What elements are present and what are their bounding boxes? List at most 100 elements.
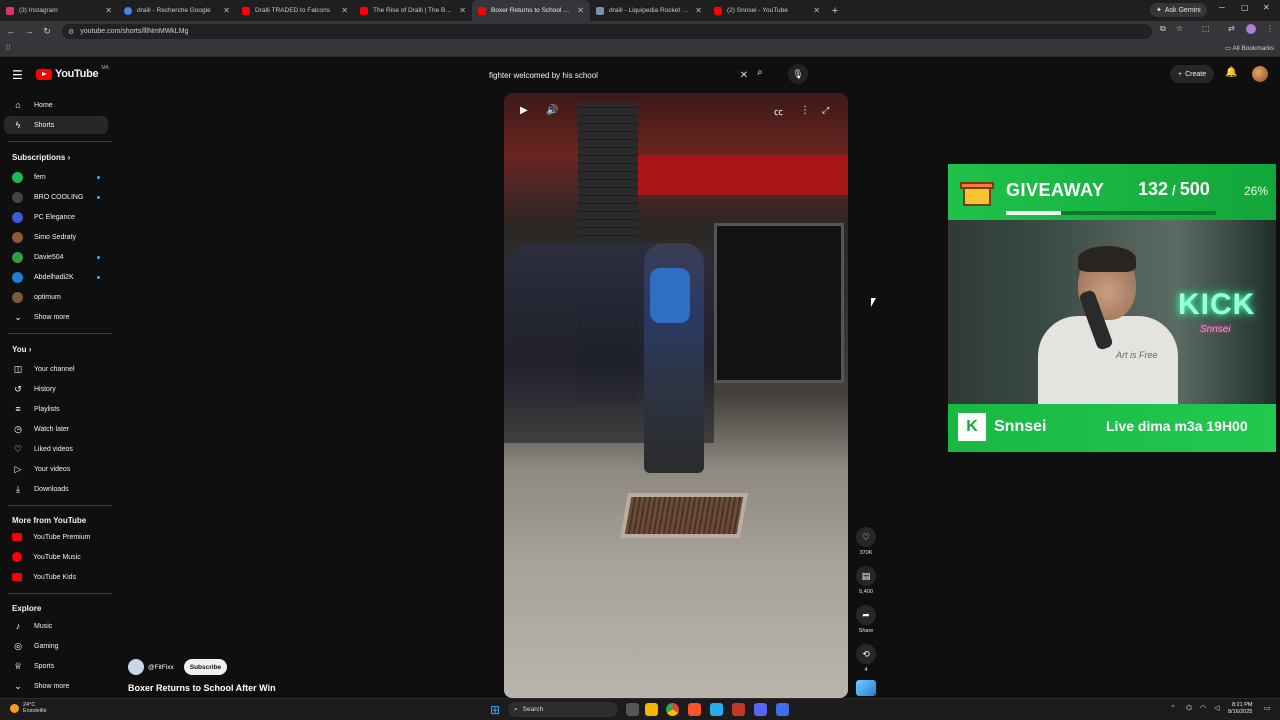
discord-icon[interactable] (754, 703, 767, 716)
show-more-explore[interactable]: ⌄ Show more (4, 677, 108, 695)
like-button[interactable]: ♡ 370K (856, 527, 876, 556)
notification-icon[interactable]: ▭ (1264, 704, 1271, 712)
close-tab-icon[interactable]: ✕ (459, 6, 466, 15)
sidebar-item-gaming[interactable]: ◎ Gaming (4, 637, 108, 655)
close-tab-icon[interactable]: ✕ (341, 6, 348, 15)
sidebar-item-youtube-premium[interactable]: YouTube Premium (4, 528, 108, 546)
channel-name[interactable]: @FitFixx (148, 664, 174, 671)
you-heading[interactable]: You › (12, 345, 31, 354)
close-tab-icon[interactable]: ✕ (577, 6, 584, 15)
close-tab-icon[interactable]: ✕ (695, 6, 702, 15)
subscription-item[interactable]: Davie504 (4, 248, 108, 266)
browser-tab-active[interactable]: Boxer Returns to School After W✕ (472, 0, 590, 21)
notifications-bell-icon[interactable]: 🔔 (1225, 67, 1237, 78)
sidebar-item-youtube-kids[interactable]: YouTube Kids (4, 568, 108, 586)
telegram-icon[interactable] (710, 703, 723, 716)
file-explorer-icon[interactable] (645, 703, 658, 716)
sidebar-item-home[interactable]: ⌂ Home (4, 96, 108, 114)
reload-icon[interactable]: ↻ (38, 26, 56, 37)
system-clock[interactable]: 8:21 PM 8/16/2025 (1228, 702, 1252, 716)
share-button[interactable]: ➦ Share (856, 605, 876, 634)
browser-tab[interactable]: (3) Instagram ✕ (0, 0, 118, 21)
account-avatar[interactable] (1252, 66, 1268, 82)
brave-icon[interactable] (688, 703, 701, 716)
sidebar-item-your-channel[interactable]: ◫ Your channel (4, 360, 108, 378)
close-tab-icon[interactable]: ✕ (813, 6, 820, 15)
ask-gemini-button[interactable]: ✦ Ask Gemini (1150, 3, 1207, 17)
search-icon[interactable]: ⌕ (757, 67, 763, 78)
create-button[interactable]: + Create (1170, 65, 1215, 83)
shorts-video-player[interactable]: ▶ 🔊 ㏄ ⋮ ⤢ (504, 93, 848, 698)
sidebar-item-your-videos[interactable]: ▷ Your videos (4, 460, 108, 478)
profile-avatar[interactable] (1246, 24, 1256, 34)
clear-search-icon[interactable]: ✕ (736, 70, 752, 81)
network-icon[interactable]: ⌬ (1186, 704, 1192, 712)
hamburger-menu-icon[interactable]: ☰ (12, 68, 23, 82)
subscription-item[interactable]: BRO COOLING (4, 188, 108, 206)
sidebar-item-liked-videos[interactable]: ♡ Liked videos (4, 440, 108, 458)
site-info-icon[interactable]: ⚙ (68, 28, 74, 36)
subscription-item[interactable]: fem (4, 168, 108, 186)
address-bar[interactable]: ⚙ youtube.com/shorts/lllNmMWkLMg (62, 24, 1152, 39)
subscription-item[interactable]: optimum (4, 288, 108, 306)
sidebar-item-history[interactable]: ↺ History (4, 380, 108, 398)
sidebar-item-watch-later[interactable]: ◷ Watch later (4, 420, 108, 438)
minimize-icon[interactable]: ─ (1219, 3, 1225, 12)
chrome-icon[interactable] (666, 703, 679, 716)
subscription-item[interactable]: PC Elegance (4, 208, 108, 226)
close-tab-icon[interactable]: ✕ (223, 6, 230, 15)
fullscreen-icon[interactable]: ⤢ (822, 105, 829, 116)
play-icon[interactable]: ▶ (520, 105, 528, 116)
voice-search-button[interactable]: 🎙 (788, 64, 808, 84)
volume-icon[interactable]: ◁ (1214, 704, 1219, 712)
sidebar-item-downloads[interactable]: ⤓ Downloads (4, 480, 108, 498)
close-tab-icon[interactable]: ✕ (105, 6, 112, 15)
sidebar-item-shorts[interactable]: ϟ Shorts (4, 116, 108, 134)
subscribe-button[interactable]: Subscribe (183, 659, 228, 675)
browser-tab[interactable]: (2) Snnsei - YouTube ✕ (708, 0, 826, 21)
bookmark-star-icon[interactable]: ☆ (1176, 24, 1183, 33)
show-more-subscriptions[interactable]: ⌄ Show more (4, 308, 108, 326)
subscription-item[interactable]: Simo Sedraty (4, 228, 108, 246)
channel-avatar[interactable] (128, 659, 144, 675)
sidebar-item-playlists[interactable]: ≡ Playlists (4, 400, 108, 418)
menu-icon[interactable]: ⋮ (1266, 24, 1274, 33)
remix-button[interactable]: ⟲ 4 (856, 644, 876, 673)
browser-tab[interactable]: Dralli TRADED to Falcons ✕ (236, 0, 354, 21)
all-bookmarks-button[interactable]: ▭ All Bookmarks (1225, 44, 1274, 52)
wifi-icon[interactable]: ◠ (1200, 704, 1206, 712)
browser-tab[interactable]: The Rise of Dralli | The Best Ro ✕ (354, 0, 472, 21)
sidebar-item-music[interactable]: ♪ Music (4, 617, 108, 635)
tray-chevron-icon[interactable]: ⌃ (1170, 704, 1176, 712)
app-icon[interactable] (732, 703, 745, 716)
volume-icon[interactable]: 🔊 (546, 105, 558, 116)
subscriptions-heading[interactable]: Subscriptions › (12, 153, 70, 162)
apps-grid-icon[interactable]: ⁞⁞ (6, 43, 10, 52)
sidebar-item-sports[interactable]: ♕ Sports (4, 657, 108, 675)
subscription-item[interactable]: Abdelhadi2K (4, 268, 108, 286)
browser-tab[interactable]: draili - Recherche Google ✕ (118, 0, 236, 21)
windows-start-icon[interactable]: ⊞ (490, 703, 500, 717)
weather-widget[interactable]: 24°C Ensoleillé (10, 702, 47, 714)
install-icon[interactable]: ⧉ (1160, 24, 1166, 34)
task-view-icon[interactable] (626, 703, 639, 716)
comments-button[interactable]: ▤ 5,400 (856, 566, 876, 595)
channel-avatar (12, 271, 23, 283)
search-input[interactable]: fighter welcomed by his school ✕ (482, 64, 752, 86)
tab-search-icon[interactable]: ⇄ (1228, 24, 1235, 33)
video-title[interactable]: Boxer Returns to School After Win (128, 683, 276, 693)
forward-icon[interactable]: → (20, 26, 38, 36)
extensions-icon[interactable]: ⬚ (1202, 24, 1210, 33)
browser-tab[interactable]: draili - Liquipedia Rocket Leagu ✕ (590, 0, 708, 21)
youtube-logo[interactable]: YouTube MA (36, 65, 109, 80)
captions-icon[interactable]: ㏄ (774, 105, 783, 118)
maximize-icon[interactable]: ▢ (1241, 3, 1249, 12)
taskbar-search[interactable]: ⌕ Search (508, 702, 618, 717)
close-window-icon[interactable]: ✕ (1263, 3, 1270, 12)
new-tab-button[interactable]: + (826, 5, 844, 17)
back-icon[interactable]: ← (2, 26, 20, 36)
more-options-icon[interactable]: ⋮ (800, 105, 810, 116)
sound-thumbnail[interactable] (856, 680, 876, 696)
sidebar-item-youtube-music[interactable]: YouTube Music (4, 548, 108, 566)
app-icon[interactable] (776, 703, 789, 716)
